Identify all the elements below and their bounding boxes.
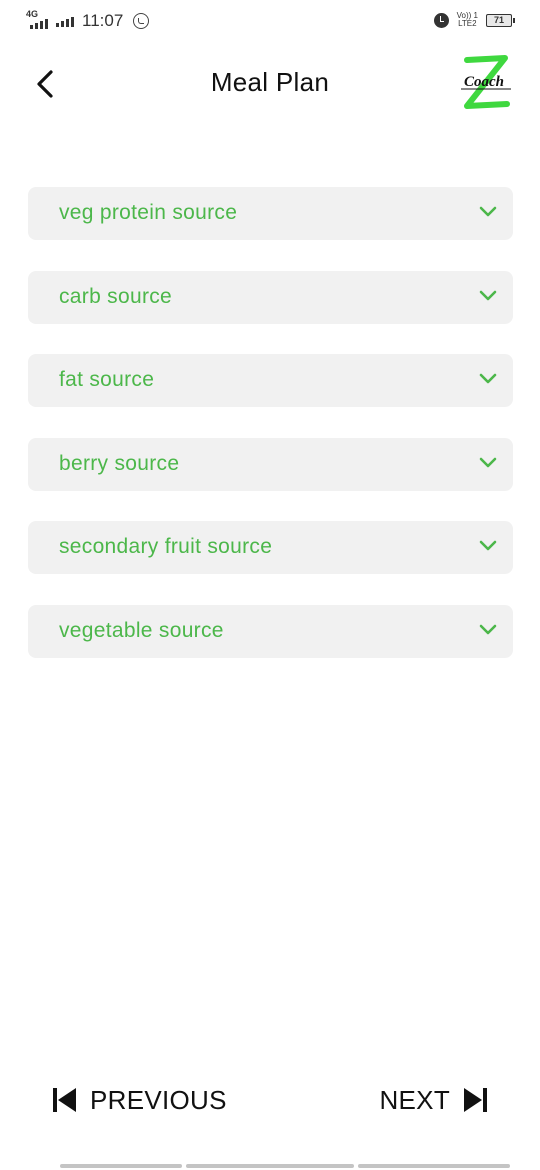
- dropdown-label: vegetable source: [59, 618, 224, 642]
- chevron-down-icon: [479, 206, 497, 217]
- dropdown-carb-source[interactable]: carb source: [28, 270, 513, 324]
- coach-logo: Coach: [453, 54, 515, 112]
- battery-level: 71: [493, 14, 504, 25]
- whatsapp-icon: [133, 13, 150, 29]
- volte-line2: LTE2: [458, 19, 477, 28]
- dropdown-veg-protein-source[interactable]: veg protein source: [28, 187, 513, 240]
- previous-button[interactable]: PREVIOUS: [50, 1080, 227, 1120]
- dropdown-secondary-fruit-source[interactable]: secondary fruit source: [28, 521, 513, 574]
- bottom-progress-segments: [60, 1164, 510, 1168]
- chevron-down-icon: [479, 457, 497, 467]
- dropdown-label: carb source: [59, 284, 173, 308]
- chevron-down-icon: [479, 540, 497, 551]
- back-button[interactable]: [30, 64, 60, 104]
- screen: 4G 11:07 Vo)) 1 LTE2 71 Meal Plan Coach …: [0, 0, 540, 1170]
- progress-segment: [186, 1164, 354, 1168]
- battery-icon: 71: [486, 13, 515, 27]
- clock: 11:07: [82, 11, 124, 30]
- alarm-icon: [433, 12, 449, 28]
- dropdown-berry-source[interactable]: berry source: [28, 437, 513, 491]
- chevron-down-icon: [479, 624, 497, 634]
- progress-segment: [60, 1164, 182, 1168]
- next-button[interactable]: NEXT: [379, 1080, 490, 1120]
- signal-icon: [56, 15, 74, 27]
- volte-indicator: Vo)) 1 LTE2: [457, 12, 478, 28]
- skip-next-icon: [464, 1088, 487, 1112]
- status-right: Vo)) 1 LTE2 71: [433, 12, 515, 28]
- source-dropdown-list: veg protein source carb source fat sourc…: [28, 187, 513, 688]
- logo-text: Coach: [464, 74, 504, 90]
- status-bar: 4G 11:07 Vo)) 1 LTE2 71: [0, 0, 540, 44]
- dropdown-label: fat source: [59, 368, 155, 391]
- dropdown-label: veg protein source: [59, 201, 238, 224]
- signal-4g-icon: 4G: [26, 9, 50, 31]
- next-label: NEXT: [379, 1084, 450, 1115]
- previous-label: PREVIOUS: [90, 1084, 227, 1115]
- dropdown-fat-source[interactable]: fat source: [28, 354, 513, 407]
- dropdown-label: secondary fruit source: [59, 535, 273, 558]
- status-left: 4G 11:07: [26, 9, 150, 31]
- progress-segment: [358, 1164, 510, 1168]
- dropdown-label: berry source: [59, 451, 180, 475]
- chevron-left-icon: [37, 70, 53, 98]
- chevron-down-icon: [479, 290, 497, 300]
- skip-previous-icon: [53, 1088, 76, 1112]
- chevron-down-icon: [479, 373, 497, 384]
- dropdown-vegetable-source[interactable]: vegetable source: [28, 604, 513, 658]
